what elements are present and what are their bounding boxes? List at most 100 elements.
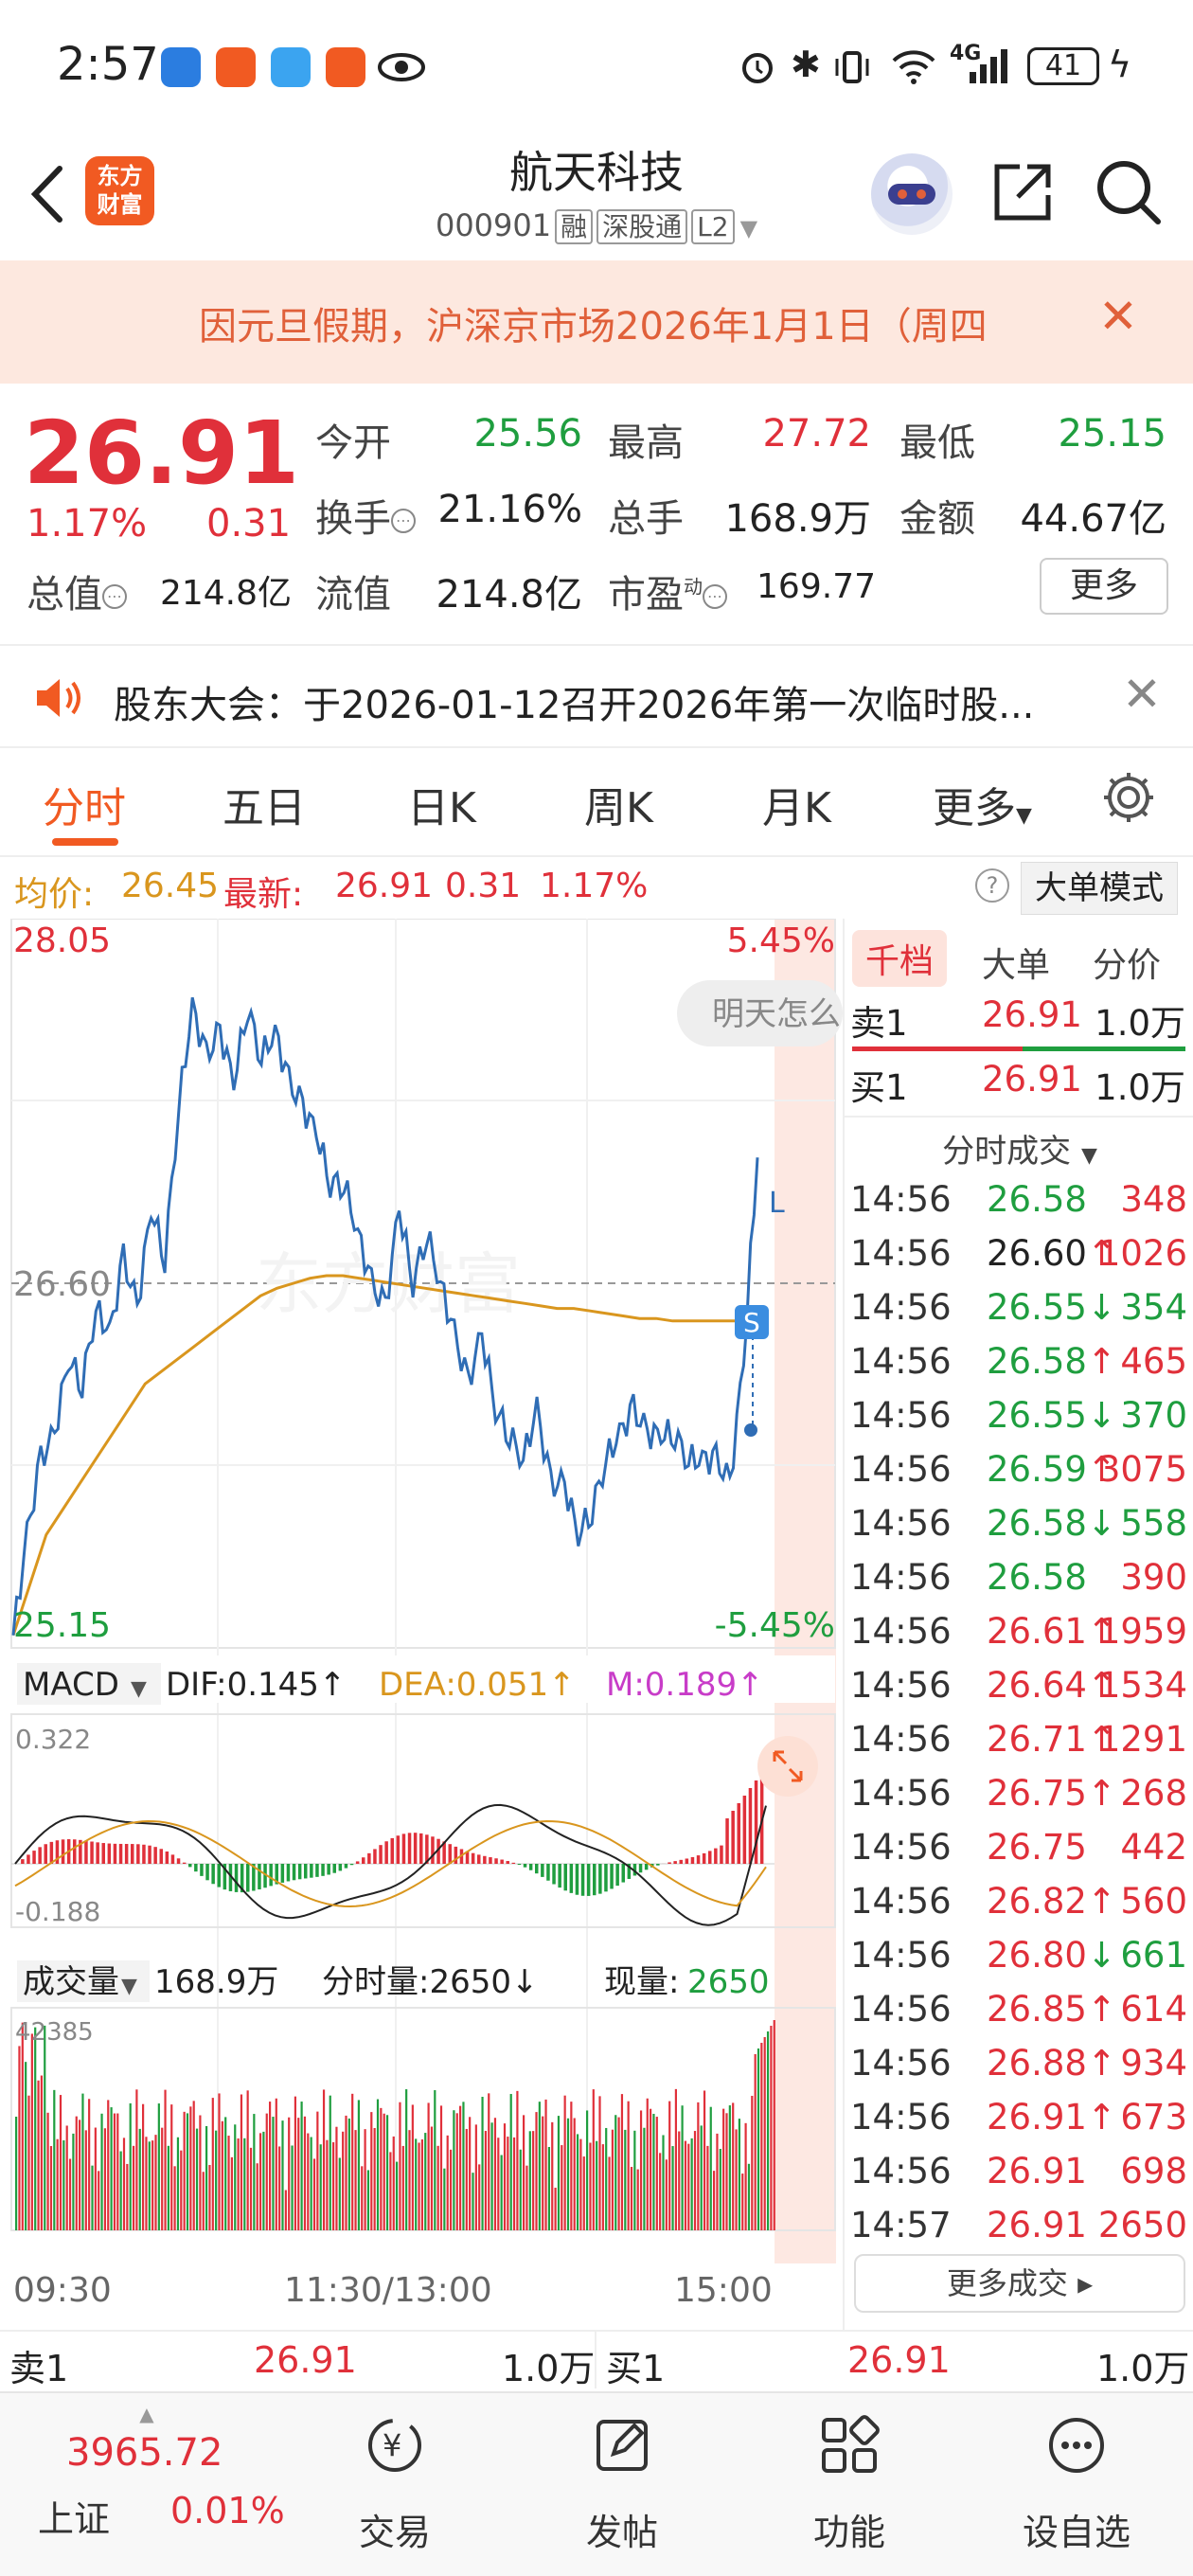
- volume-bar: [176, 2137, 180, 2230]
- macd-bar: [419, 1833, 423, 1864]
- holiday-notice-banner[interactable]: 因元旦假期，沪深京市场2026年1月1日（周四 ✕: [0, 260, 1193, 384]
- volume-bar: [65, 2125, 68, 2230]
- battery-indicator: 41: [1027, 47, 1099, 85]
- macd-bar: [327, 1864, 330, 1875]
- bottom-sell-vol: 1.0万: [502, 2348, 596, 2389]
- tab-order-book[interactable]: 千档: [852, 930, 948, 987]
- tab-intraday[interactable]: 分时: [43, 774, 126, 834]
- trade-time: 14:56: [850, 1989, 952, 2030]
- volume-bar: [401, 2145, 404, 2230]
- divider: [845, 1116, 1193, 1118]
- pe-label[interactable]: 市盈动 ⋯: [608, 564, 727, 618]
- volume-bar: [195, 2128, 199, 2230]
- trade-row: 14:56 26.88 ↑ 934: [845, 2043, 1193, 2097]
- tick-volume: 分时量:2650↓: [322, 1963, 538, 2001]
- trade-direction-icon: ↑: [1087, 2043, 1117, 2084]
- volume-bar: [681, 2105, 684, 2230]
- y-bottom-label: 25.15: [13, 1606, 111, 1645]
- trade-row: 14:56 26.75 442: [845, 1827, 1193, 1881]
- macd-bar: [668, 1862, 671, 1864]
- macd-bar: [754, 1780, 758, 1864]
- macd-bar: [332, 1864, 336, 1873]
- trade-time: 14:56: [850, 1773, 952, 1814]
- volume-bar: [129, 2102, 132, 2230]
- macd-bar: [494, 1858, 498, 1864]
- volume-bar: [243, 2138, 246, 2230]
- volume-bar: [443, 2168, 446, 2230]
- trade-time: 14:56: [850, 1287, 952, 1328]
- close-icon[interactable]: ✕: [1122, 667, 1162, 722]
- volume-bar: [249, 2147, 253, 2230]
- volume-title: 成交量: [23, 1963, 119, 2001]
- volume-bar: [554, 2188, 557, 2230]
- volume-bar: [525, 2165, 528, 2230]
- announcement-bar[interactable]: 股东大会：于2026-01-12召开2026年第一次临时股... ✕: [0, 644, 1193, 748]
- change-percent: 1.17%: [27, 502, 148, 546]
- volume-bar: [27, 2095, 30, 2230]
- trade-volume: 558: [1120, 1503, 1187, 1544]
- trade-row: 14:56 26.55 ↓ 370: [845, 1395, 1193, 1449]
- share-icon[interactable]: [989, 159, 1056, 225]
- close-icon[interactable]: ✕: [1098, 289, 1138, 344]
- bottom-buy-label: 买1: [606, 2348, 666, 2389]
- trade-direction-icon: ↑: [1087, 2097, 1117, 2138]
- volume-bar: [103, 2128, 106, 2230]
- index-ticker[interactable]: ▲ 3965.72 上证 0.01%: [19, 2403, 285, 2540]
- time-trades-title[interactable]: 分时成交 ▼: [845, 1125, 1193, 1172]
- ai-assistant-icon[interactable]: [871, 153, 953, 235]
- more-circle-icon: [1049, 2418, 1104, 2473]
- macd-bar: [304, 1864, 308, 1879]
- nav-post[interactable]: 发帖: [537, 2412, 707, 2555]
- macd-bar: [362, 1857, 365, 1864]
- tab-daily-k[interactable]: 日K: [407, 774, 476, 834]
- trade-price: 26.61: [987, 1611, 1087, 1652]
- volume-bar: [484, 2131, 487, 2230]
- tab-more[interactable]: 更多▼: [933, 774, 1032, 834]
- tab-big-orders[interactable]: 大单: [982, 938, 1050, 987]
- buy-ratio-bar: [1023, 1046, 1185, 1051]
- volume-bar: [62, 2139, 65, 2230]
- volume-bar: [630, 2167, 633, 2230]
- macd-bar: [541, 1864, 544, 1877]
- market-cap-label[interactable]: 总值 ⋯: [27, 564, 127, 618]
- help-icon[interactable]: ?: [975, 868, 1009, 903]
- nav-trade[interactable]: ¥ 交易: [310, 2412, 480, 2555]
- tab-weekly-k[interactable]: 周K: [584, 774, 653, 834]
- trade-volume: 614: [1120, 1989, 1187, 2030]
- volume-bar: [135, 2089, 138, 2230]
- volume-bar: [316, 2111, 319, 2230]
- volume-bar: [709, 2106, 712, 2230]
- amount-value: 44.67亿: [1020, 497, 1166, 541]
- big-order-mode-button[interactable]: 大单模式: [1021, 862, 1178, 915]
- tab-price-dist[interactable]: 分价: [1093, 938, 1161, 987]
- macd-bar: [720, 1845, 723, 1864]
- tab-five-day[interactable]: 五日: [223, 774, 306, 834]
- tab-monthly-k[interactable]: 月K: [762, 774, 831, 834]
- macd-bar: [696, 1855, 701, 1864]
- macd-bar: [742, 1796, 747, 1864]
- volume-bar: [208, 2165, 211, 2230]
- more-trades-button[interactable]: 更多成交 ▸: [854, 2254, 1185, 2313]
- edit-icon: [596, 2420, 648, 2471]
- expand-icon-bg[interactable]: [757, 1736, 818, 1797]
- trade-time: 14:56: [850, 2097, 952, 2138]
- intraday-chart[interactable]: 东方财富 S L 28.05 5.45% 26.60 25.15 -5.45% …: [0, 919, 843, 2330]
- chart-svg: 东方财富 S L 28.05 5.45% 26.60 25.15 -5.45% …: [10, 919, 843, 2310]
- trade-time: 14:56: [850, 1665, 952, 1706]
- trade-volume: 698: [1120, 2151, 1187, 2191]
- volume-bar: [370, 2112, 373, 2230]
- search-icon[interactable]: [1094, 157, 1164, 227]
- volume-bar: [364, 2129, 366, 2230]
- active-tab-indicator: [52, 838, 118, 846]
- sell-signal-text: S: [743, 1307, 760, 1338]
- macd-bar: [118, 1843, 123, 1864]
- turnover-label[interactable]: 换手 ⋯: [315, 488, 416, 543]
- float-cap-label: 流值: [315, 573, 391, 617]
- nav-functions[interactable]: 功能: [764, 2412, 935, 2555]
- nav-add-watchlist[interactable]: 设自选: [991, 2412, 1162, 2555]
- volume-bar: [354, 2130, 357, 2230]
- more-button[interactable]: 更多: [1040, 558, 1168, 615]
- gear-icon[interactable]: [1100, 769, 1157, 826]
- volume-bar: [693, 2131, 697, 2230]
- volume-bar: [91, 2165, 94, 2230]
